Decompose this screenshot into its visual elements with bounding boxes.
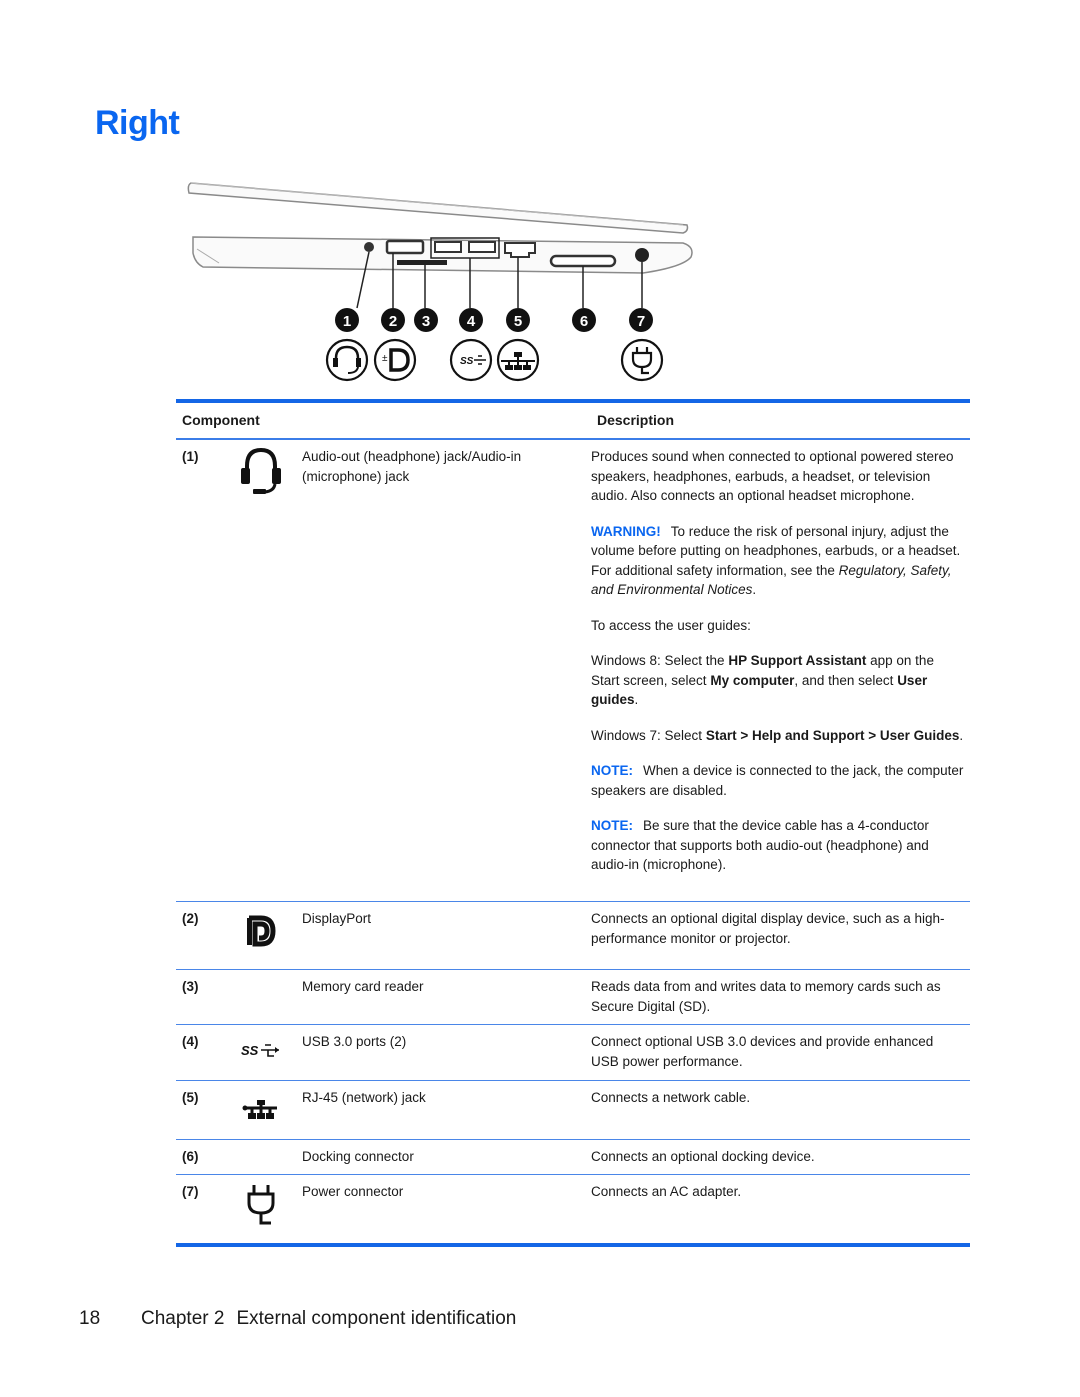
component-table: Component Description (1) Audio-out (hea… xyxy=(176,399,970,1247)
callout-3: 3 xyxy=(414,308,438,332)
row-number: (4) xyxy=(182,1034,199,1049)
callout-6: 6 xyxy=(572,308,596,332)
network-icon xyxy=(242,1100,277,1119)
laptop-right-side-illustration: 1 2 3 4 5 6 7 ± SS xyxy=(183,175,703,390)
svg-text:4: 4 xyxy=(467,313,476,330)
port-usb-2 xyxy=(468,241,496,253)
port-audio-jack xyxy=(364,242,374,252)
network-icon-circled xyxy=(496,338,540,382)
port-card-reader xyxy=(397,260,447,265)
svg-text:5: 5 xyxy=(514,313,522,330)
row-number: (1) xyxy=(182,449,199,464)
port-usb-1 xyxy=(434,241,462,253)
svg-text:3: 3 xyxy=(422,313,430,330)
table-row: (2) DisplayPort Connects an optional dig… xyxy=(176,902,970,970)
component-description: Connects an optional docking device. xyxy=(591,1149,815,1164)
svg-text:7: 7 xyxy=(637,313,645,330)
port-displayport xyxy=(385,239,425,255)
callout-1: 1 xyxy=(335,308,359,332)
callout-5: 5 xyxy=(506,308,530,332)
description-text: Produces sound when connected to optiona… xyxy=(591,449,954,503)
headset-icon-circled xyxy=(325,338,369,382)
component-name: Docking connector xyxy=(302,1149,414,1164)
table-row: (7) Power connector Connects an AC adapt… xyxy=(176,1175,970,1243)
displayport-icon xyxy=(247,915,276,947)
windows8-instructions: Windows 8: Select the HP Support Assista… xyxy=(591,653,934,707)
component-description: Connect optional USB 3.0 devices and pro… xyxy=(591,1034,934,1069)
warning-block: WARNING! To reduce the risk of personal i… xyxy=(591,523,961,598)
port-power xyxy=(635,248,649,262)
component-name: USB 3.0 ports (2) xyxy=(302,1034,407,1049)
table-row: (3) Memory card reader Reads data from a… xyxy=(176,970,970,1025)
table-row: (1) Audio-out (headphone) jack/Audio-in … xyxy=(176,440,970,902)
table-row: (6) Docking connector Connects an option… xyxy=(176,1140,970,1175)
note-label: NOTE: xyxy=(591,763,633,778)
windows7-instructions: Windows 7: Select Start > Help and Suppo… xyxy=(591,727,964,743)
page-number: 18 xyxy=(79,1308,101,1329)
page-footer: 18 Chapter 2 External component identifica… xyxy=(79,1308,516,1330)
svg-text:1: 1 xyxy=(343,313,351,330)
table-row: (4) SS USB 3.0 ports (2) Connect optiona… xyxy=(176,1025,970,1081)
header-component: Component xyxy=(182,411,260,428)
warning-label: WARNING! xyxy=(591,523,661,539)
svg-text:6: 6 xyxy=(580,313,588,330)
component-description: Connects an optional digital display dev… xyxy=(591,911,945,946)
note-block: NOTE: Be sure that the device cable has a… xyxy=(591,818,929,872)
svg-text:SS: SS xyxy=(241,1043,259,1058)
power-plug-icon xyxy=(247,1185,275,1225)
svg-text:2: 2 xyxy=(389,313,397,330)
laptop-illustration-svg: 1 2 3 4 5 6 7 ± SS xyxy=(187,182,693,382)
table-row: (5) RJ-45 (network) jack Connects a netw… xyxy=(176,1081,970,1140)
row-number: (6) xyxy=(182,1149,199,1164)
note-block: NOTE: When a device is connected to the j… xyxy=(591,763,964,798)
header-description: Description xyxy=(597,411,675,428)
svg-text:SS: SS xyxy=(460,356,474,367)
component-description: Reads data from and writes data to memor… xyxy=(591,979,941,1014)
row-number: (2) xyxy=(182,911,199,926)
displayport-icon-circled: ± xyxy=(373,338,417,382)
laptop-lid xyxy=(187,182,689,234)
port-docking xyxy=(549,254,617,268)
headset-icon xyxy=(241,447,281,494)
row-number: (5) xyxy=(182,1090,199,1105)
note-label: NOTE: xyxy=(591,818,633,833)
power-plug-icon-circled xyxy=(620,338,664,382)
component-description: Produces sound when connected to optiona… xyxy=(585,440,970,901)
component-name: Power connector xyxy=(302,1184,404,1199)
component-name: Audio-out (headphone) jack/Audio-in (mic… xyxy=(302,449,522,484)
component-name: DisplayPort xyxy=(302,911,372,926)
row-number: (7) xyxy=(182,1184,199,1199)
callout-7: 7 xyxy=(629,308,653,332)
page-title: Right xyxy=(95,104,180,142)
usb3-icon-circled: SS xyxy=(449,338,493,382)
callout-4: 4 xyxy=(459,308,483,332)
table-header: Component Description xyxy=(176,403,970,440)
component-description: Connects an AC adapter. xyxy=(591,1184,742,1199)
svg-text:±: ± xyxy=(382,353,388,364)
chapter-title: External component identification xyxy=(236,1308,517,1329)
chapter-label: Chapter 2 xyxy=(141,1308,225,1329)
callout-2: 2 xyxy=(381,308,405,332)
component-name: RJ-45 (network) jack xyxy=(302,1090,426,1105)
usb3-icon: SS xyxy=(241,1043,279,1058)
component-description: Connects a network cable. xyxy=(591,1090,751,1105)
component-name: Memory card reader xyxy=(302,979,424,994)
row-number: (3) xyxy=(182,979,199,994)
access-guides-text: To access the user guides: xyxy=(591,617,751,633)
